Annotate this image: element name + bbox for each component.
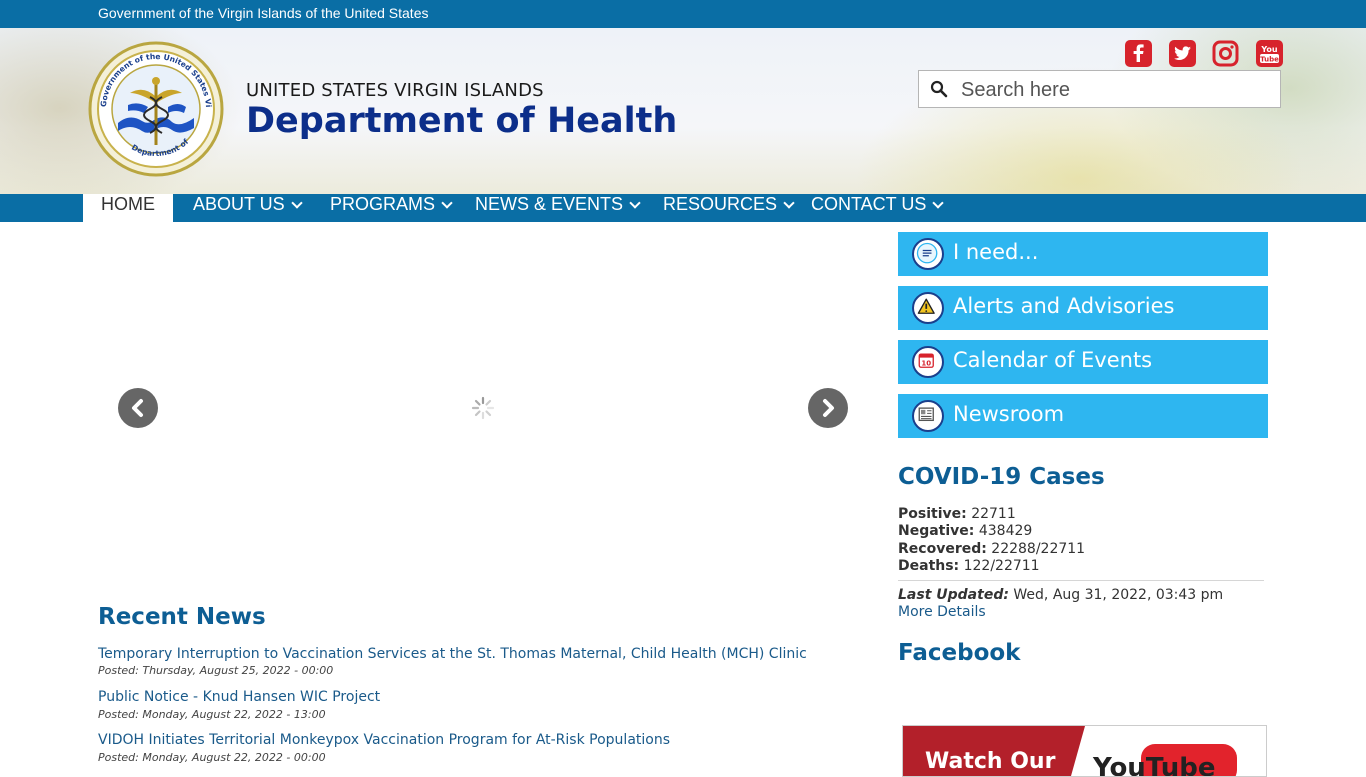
covid-negative-value: 438429: [978, 523, 1033, 539]
brand-subtitle: UNITED STATES VIRGIN ISLANDS: [246, 80, 544, 101]
nav-resources-label: RESOURCES: [663, 194, 778, 214]
youtube-icon[interactable]: You Tube: [1256, 40, 1283, 67]
alerts-advisories-button[interactable]: Alerts and Advisories: [898, 286, 1268, 330]
nav-home[interactable]: HOME: [83, 194, 173, 222]
facebook-icon[interactable]: [1125, 40, 1152, 67]
svg-text:Watch Our: Watch Our: [925, 749, 1056, 774]
covid-divider: [898, 580, 1264, 581]
nav-about-us-label: ABOUT US: [193, 194, 285, 214]
search-icon[interactable]: [930, 80, 948, 98]
svg-text:YouTube: YouTube: [1092, 753, 1215, 776]
government-bar: Government of the Virgin Islands of the …: [0, 0, 1366, 28]
covid-recovered: Recovered: 22288/22711: [898, 541, 1085, 557]
svg-text:You: You: [1260, 45, 1278, 54]
covid-negative: Negative: 438429: [898, 523, 1032, 539]
covid-positive-value: 22711: [971, 506, 1016, 522]
nav-news-events[interactable]: NEWS & EVENTS: [475, 194, 641, 222]
nav-programs-label: PROGRAMS: [330, 194, 436, 214]
main-navigation: HOME ABOUT US PROGRAMS NEWS & EVENTS RES…: [0, 194, 1366, 222]
recent-news-heading: Recent News: [98, 604, 266, 630]
nav-resources[interactable]: RESOURCES: [663, 194, 795, 222]
chevron-down-icon: [932, 197, 945, 209]
calendar-of-events-button[interactable]: 10 Calendar of Events: [898, 340, 1268, 384]
covid-negative-label: Negative:: [898, 523, 975, 539]
news-item-link[interactable]: VIDOH Initiates Territorial Monkeypox Va…: [98, 732, 670, 748]
search-box[interactable]: [918, 70, 1281, 108]
covid-deaths: Deaths: 122/22711: [898, 558, 1040, 574]
covid-deaths-label: Deaths:: [898, 558, 960, 574]
covid-last-updated-value: Wed, Aug 31, 2022, 03:43 pm: [1013, 587, 1224, 603]
covid-deaths-value: 122/22711: [963, 558, 1040, 574]
covid-positive-label: Positive:: [898, 506, 967, 522]
nav-contact-us-label: CONTACT US: [811, 194, 927, 214]
news-item-posted: Posted: Monday, August 22, 2022 - 00:00: [98, 751, 326, 764]
department-seal-logo[interactable]: Government of the United States Virgin I…: [88, 41, 224, 177]
chevron-down-icon: [783, 197, 795, 209]
nav-news-events-label: NEWS & EVENTS: [475, 194, 624, 214]
nav-about-us[interactable]: ABOUT US: [193, 194, 303, 222]
nav-home-label: HOME: [101, 194, 155, 214]
chevron-down-icon: [441, 197, 453, 209]
newspaper-icon: [912, 400, 944, 432]
calendar-icon: 10: [912, 346, 944, 378]
instagram-icon[interactable]: [1212, 40, 1239, 67]
covid-last-updated: Last Updated: Wed, Aug 31, 2022, 03:43 p…: [898, 587, 1223, 603]
news-item-link[interactable]: Temporary Interruption to Vaccination Se…: [98, 646, 807, 662]
youtube-banner-graphic: Watch Our YouTube: [903, 726, 1237, 776]
svg-text:Tube: Tube: [1260, 56, 1279, 64]
newsroom-label: Newsroom: [953, 402, 1065, 426]
covid-more-details-link[interactable]: More Details: [898, 604, 986, 620]
covid-recovered-label: Recovered:: [898, 541, 987, 557]
i-need-label: I need...: [953, 240, 1039, 264]
government-bar-text: Government of the Virgin Islands of the …: [98, 5, 429, 21]
chevron-down-icon: [629, 197, 641, 209]
nav-programs[interactable]: PROGRAMS: [330, 194, 453, 222]
calendar-of-events-label: Calendar of Events: [953, 348, 1153, 372]
chevron-down-icon: [291, 197, 303, 209]
facebook-heading: Facebook: [898, 640, 1021, 666]
slideshow-next-button[interactable]: [808, 388, 848, 428]
nav-contact-us[interactable]: CONTACT US: [811, 194, 945, 222]
newsroom-button[interactable]: Newsroom: [898, 394, 1268, 438]
chat-bubble-icon: [912, 238, 944, 270]
slideshow-previous-button[interactable]: [118, 388, 158, 428]
site-title[interactable]: Department of Health: [246, 101, 677, 141]
chevron-right-icon: [823, 399, 834, 417]
twitter-icon[interactable]: [1169, 40, 1196, 67]
loading-spinner-icon: [471, 396, 495, 420]
svg-text:10: 10: [921, 360, 931, 368]
covid-recovered-value: 22288/22711: [991, 541, 1086, 557]
covid-cases-heading: COVID-19 Cases: [898, 464, 1105, 490]
news-item-posted: Posted: Monday, August 22, 2022 - 13:00: [98, 708, 326, 721]
youtube-banner[interactable]: Watch Our YouTube: [902, 725, 1267, 777]
search-input[interactable]: [959, 76, 1273, 104]
i-need-button[interactable]: I need...: [898, 232, 1268, 276]
chevron-left-icon: [132, 399, 143, 417]
warning-icon: [912, 292, 944, 324]
news-item-link[interactable]: Public Notice - Knud Hansen WIC Project: [98, 689, 380, 705]
news-item-posted: Posted: Thursday, August 25, 2022 - 00:0…: [98, 664, 334, 677]
covid-positive: Positive: 22711: [898, 506, 1016, 522]
alerts-advisories-label: Alerts and Advisories: [953, 294, 1175, 318]
covid-last-updated-label: Last Updated:: [898, 587, 1009, 603]
